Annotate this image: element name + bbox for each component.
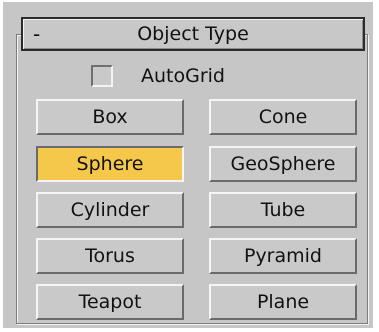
torus-button[interactable]: Torus [36, 238, 184, 274]
autogrid-option[interactable]: AutoGrid [91, 62, 225, 90]
rollout-title: Object Type [137, 23, 249, 45]
object-type-rollout-header[interactable]: - Object Type [21, 17, 365, 51]
teapot-button[interactable]: Teapot [36, 284, 184, 320]
tube-button[interactable]: Tube [209, 192, 357, 228]
cylinder-button[interactable]: Cylinder [36, 192, 184, 228]
pyramid-button[interactable]: Pyramid [209, 238, 357, 274]
collapse-icon[interactable]: - [33, 19, 40, 49]
autogrid-checkbox[interactable] [91, 65, 113, 87]
plane-button[interactable]: Plane [209, 284, 357, 320]
cone-button[interactable]: Cone [209, 99, 357, 135]
object-type-panel-page: - Object Type AutoGrid Box Cone Sphere G… [0, 0, 379, 332]
autogrid-label[interactable]: AutoGrid [141, 65, 225, 87]
sphere-button[interactable]: Sphere [36, 146, 184, 182]
command-panel: - Object Type AutoGrid Box Cone Sphere G… [3, 2, 373, 328]
box-button[interactable]: Box [36, 99, 184, 135]
geosphere-button[interactable]: GeoSphere [209, 146, 357, 182]
